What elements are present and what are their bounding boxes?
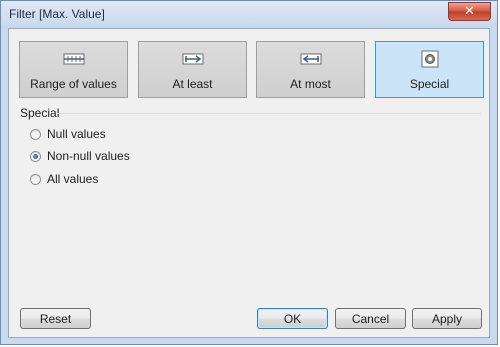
special-button[interactable]: Special: [375, 41, 484, 98]
radio-label: Null values: [47, 127, 106, 141]
mode-label: Range of values: [30, 77, 117, 91]
mode-label: Special: [409, 77, 450, 91]
all-values-option[interactable]: All values: [30, 171, 98, 187]
ok-button[interactable]: OK: [257, 308, 328, 329]
radio-label: All values: [47, 172, 99, 186]
close-button[interactable]: ✕: [448, 2, 491, 21]
apply-button[interactable]: Apply: [412, 308, 482, 329]
mode-label: At most: [290, 77, 331, 91]
radio-button[interactable]: [30, 150, 41, 162]
title-bar: Filter [Max. Value] ✕: [1, 1, 497, 28]
radio-button[interactable]: [30, 173, 41, 185]
at-most-button[interactable]: At most: [256, 41, 365, 98]
radio-button[interactable]: [30, 128, 41, 140]
range-of-values-button[interactable]: Range of values: [19, 41, 128, 98]
special-icon: [421, 50, 438, 68]
at-most-icon: [300, 53, 321, 65]
radio-label: Non-null values: [47, 149, 130, 163]
at-least-icon: [182, 53, 203, 65]
reset-button[interactable]: Reset: [20, 308, 91, 329]
range-icon: [63, 53, 84, 65]
filter-dialog: Filter [Max. Value] ✕ Range of values At…: [0, 0, 498, 345]
group-divider: [57, 113, 481, 114]
dialog-body: Range of values At least At most Special…: [8, 28, 490, 338]
null-values-option[interactable]: Null values: [30, 126, 106, 142]
window-title: Filter [Max. Value]: [9, 7, 105, 21]
cancel-button[interactable]: Cancel: [335, 308, 406, 329]
special-group-label: Special: [20, 106, 60, 120]
close-icon: ✕: [464, 4, 475, 19]
mode-label: At least: [172, 77, 213, 91]
at-least-button[interactable]: At least: [138, 41, 247, 98]
non-null-values-option[interactable]: Non-null values: [30, 148, 130, 164]
